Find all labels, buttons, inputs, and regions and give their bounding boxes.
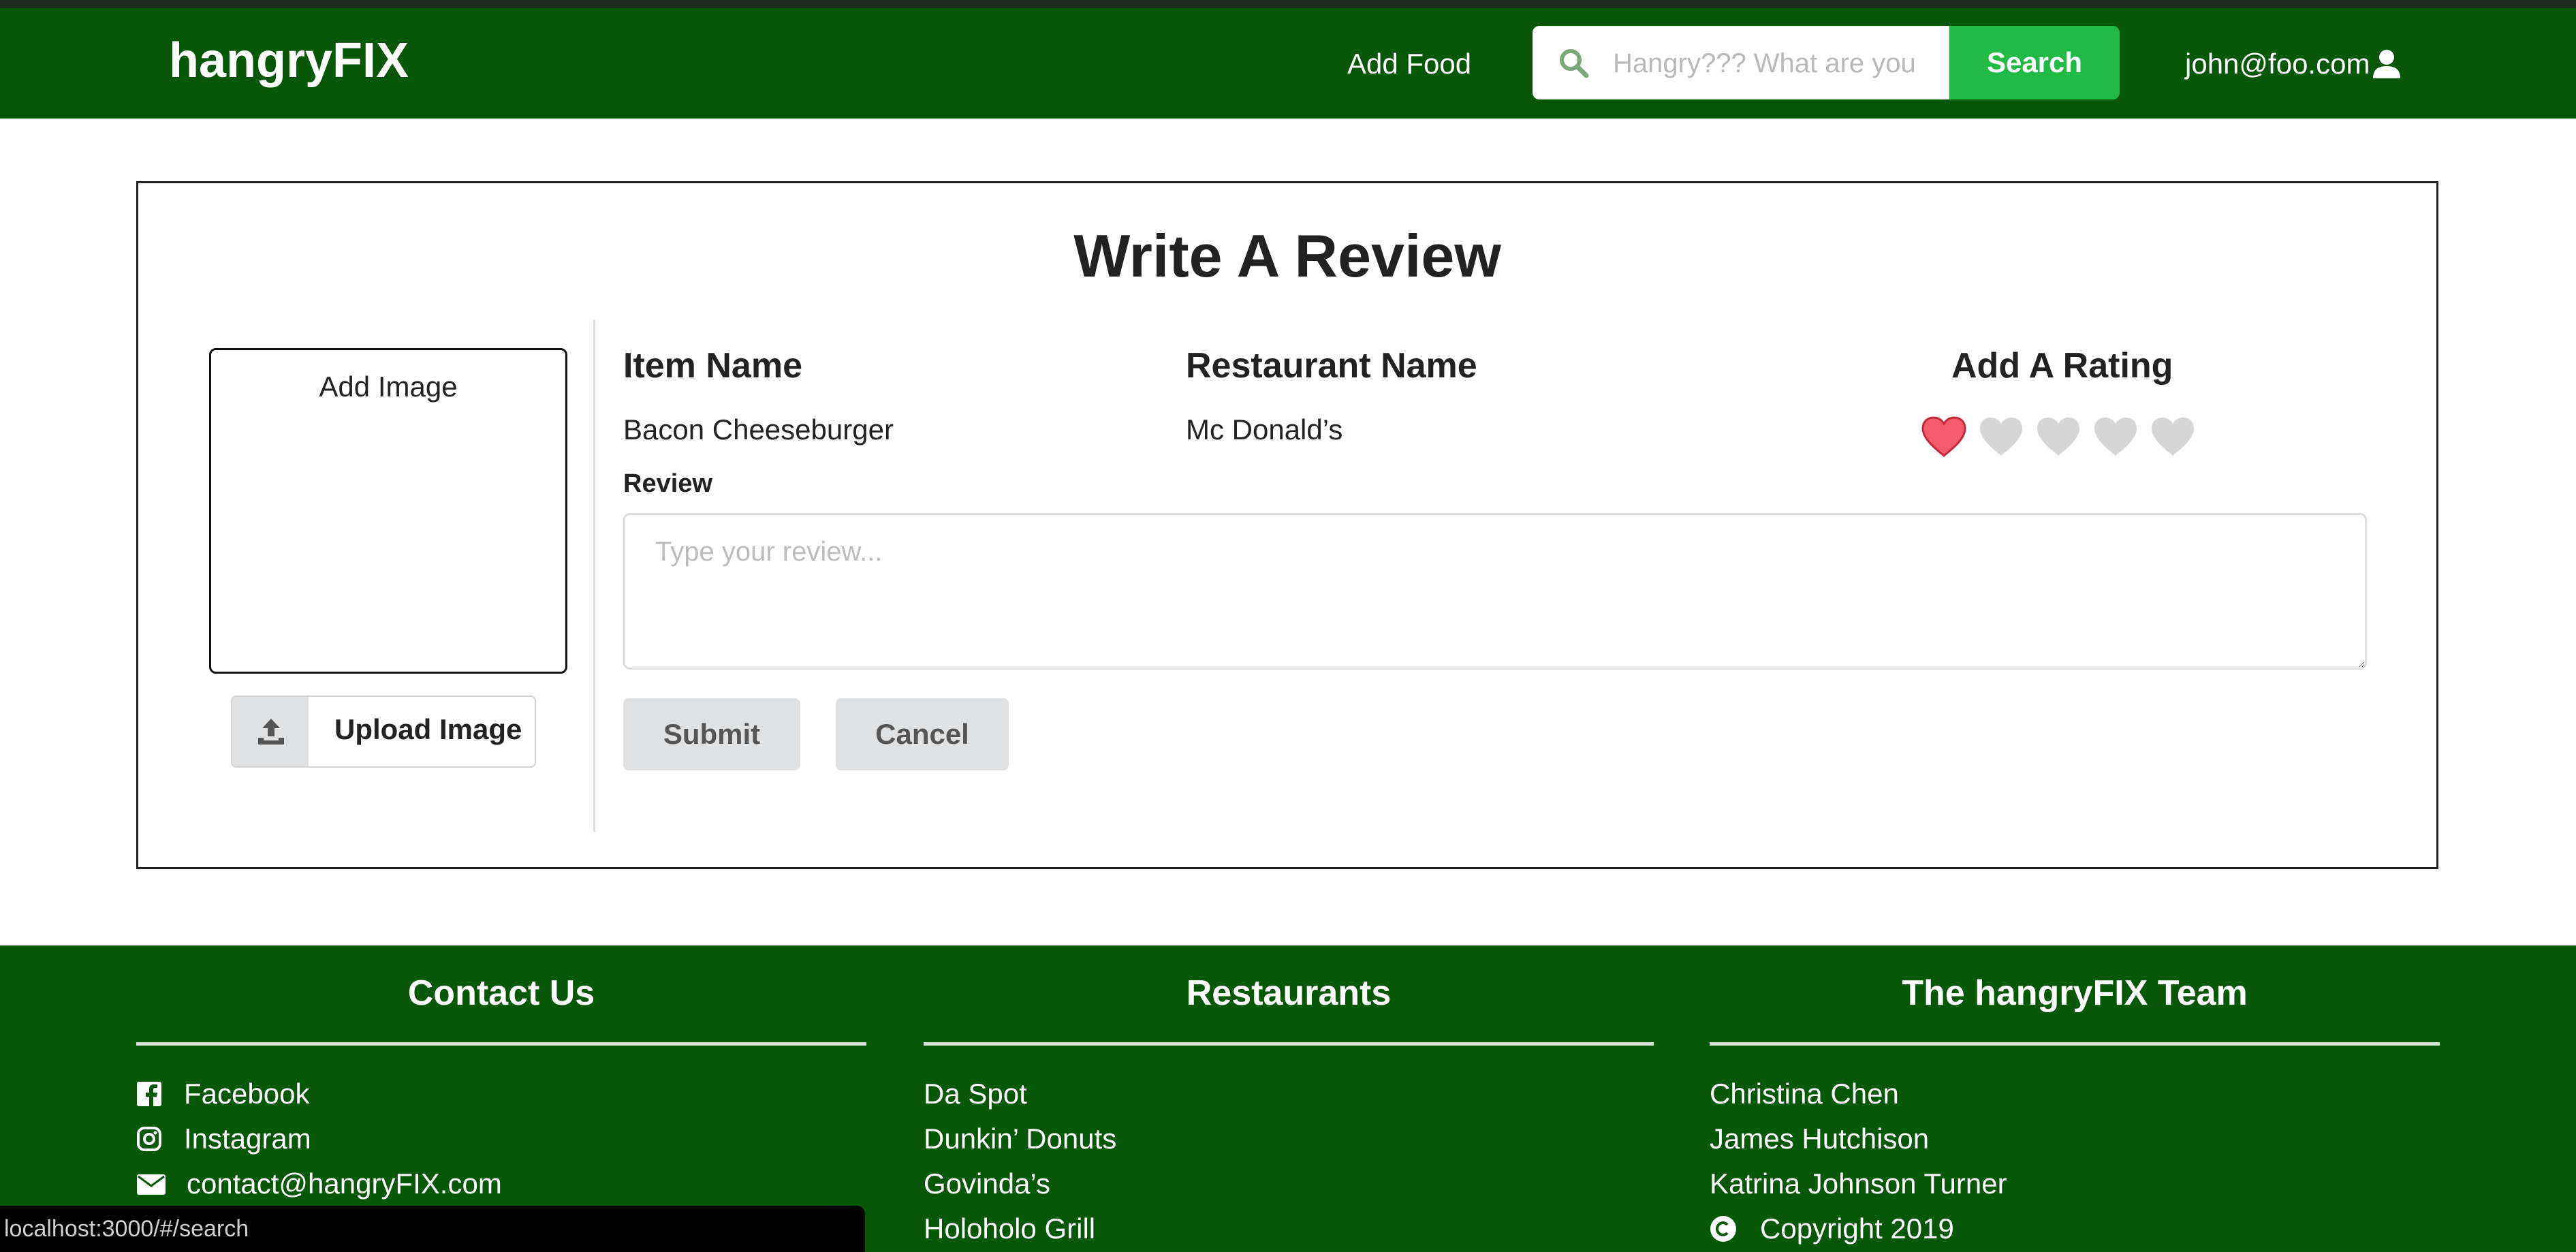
upload-icon [258, 719, 284, 745]
search-box [1533, 26, 1949, 99]
vertical-divider [593, 319, 595, 832]
facebook-icon [137, 1082, 161, 1106]
footer-restaurant-link[interactable]: Da Spot [924, 1075, 1027, 1113]
footer-contact-label: Facebook [184, 1078, 310, 1110]
footer-divider [924, 1042, 1654, 1046]
browser-status-bar: localhost:3000/#/search [0, 1206, 865, 1252]
user-icon [2373, 50, 2401, 78]
footer-team-heading: The hangryFIX Team [1902, 973, 2248, 1013]
review-label: Review [623, 469, 712, 498]
footer-facebook-link[interactable]: Facebook [136, 1075, 309, 1113]
footer-team-member: James Hutchison [1710, 1123, 1930, 1155]
footer-team-member: Christina Chen [1710, 1078, 1899, 1110]
rating-hearts [1920, 415, 2197, 458]
search-input[interactable] [1612, 41, 1941, 86]
footer-divider [136, 1042, 866, 1046]
search-button[interactable]: Search [1949, 26, 2120, 99]
footer-team-member: Katrina Johnson Turner [1710, 1168, 2007, 1200]
add-food-link[interactable]: Add Food [1347, 44, 1471, 84]
heart-icon[interactable] [1977, 415, 2025, 458]
footer-contact-label: contact@hangryFIX.com [187, 1168, 502, 1200]
item-name-header: Item Name [623, 346, 802, 386]
footer-restaurants-heading: Restaurants [1186, 973, 1392, 1013]
image-dropzone[interactable]: Add Image [209, 348, 567, 674]
footer-instagram-link[interactable]: Instagram [136, 1120, 311, 1158]
review-form-card: Write A Review Add Image Upload Image It… [136, 181, 2438, 869]
cancel-button[interactable]: Cancel [836, 698, 1009, 770]
footer-email-link[interactable]: contact@hangryFIX.com [136, 1165, 502, 1203]
footer-restaurant-link[interactable]: Govinda’s [924, 1165, 1050, 1203]
restaurant-name-value: Mc Donald’s [1186, 413, 1343, 445]
restaurant-name-header: Restaurant Name [1186, 346, 1477, 386]
envelope-icon [137, 1174, 166, 1195]
footer-contact-label: Instagram [184, 1123, 311, 1155]
top-navbar: hangryFIX Add Food Search john@foo.com [0, 8, 2576, 119]
footer-divider [1710, 1042, 2440, 1046]
add-rating-header: Add A Rating [1951, 346, 2173, 386]
user-email: john@foo.com [2185, 48, 2370, 80]
footer-restaurant-link[interactable]: Dunkin’ Donuts [924, 1120, 1116, 1158]
submit-button[interactable]: Submit [623, 698, 800, 770]
upload-icon-box [232, 697, 309, 766]
brand-logo[interactable]: hangryFIX [169, 30, 409, 91]
image-dropzone-label: Add Image [319, 371, 458, 403]
window-top-strip [0, 0, 2576, 8]
user-menu[interactable]: john@foo.com [2185, 44, 2402, 84]
upload-image-label: Upload Image [334, 713, 522, 745]
upload-image-button[interactable]: Upload Image [231, 695, 536, 768]
copyright-icon [1710, 1216, 1736, 1242]
review-textarea[interactable] [623, 513, 2367, 670]
heart-icon[interactable] [2149, 415, 2197, 458]
heart-icon[interactable] [2092, 415, 2139, 458]
instagram-icon [137, 1127, 161, 1151]
search-icon [1560, 49, 1589, 78]
footer-copyright: Copyright 2019 [1710, 1210, 1954, 1248]
footer-contact-heading: Contact Us [407, 973, 595, 1013]
heart-icon[interactable] [1920, 415, 1968, 458]
copyright-label: Copyright 2019 [1760, 1212, 1954, 1245]
heart-icon[interactable] [2035, 415, 2082, 458]
page-title: Write A Review [1073, 222, 1501, 289]
item-name-value: Bacon Cheeseburger [623, 413, 894, 445]
footer-restaurant-link[interactable]: Holoholo Grill [924, 1210, 1095, 1248]
